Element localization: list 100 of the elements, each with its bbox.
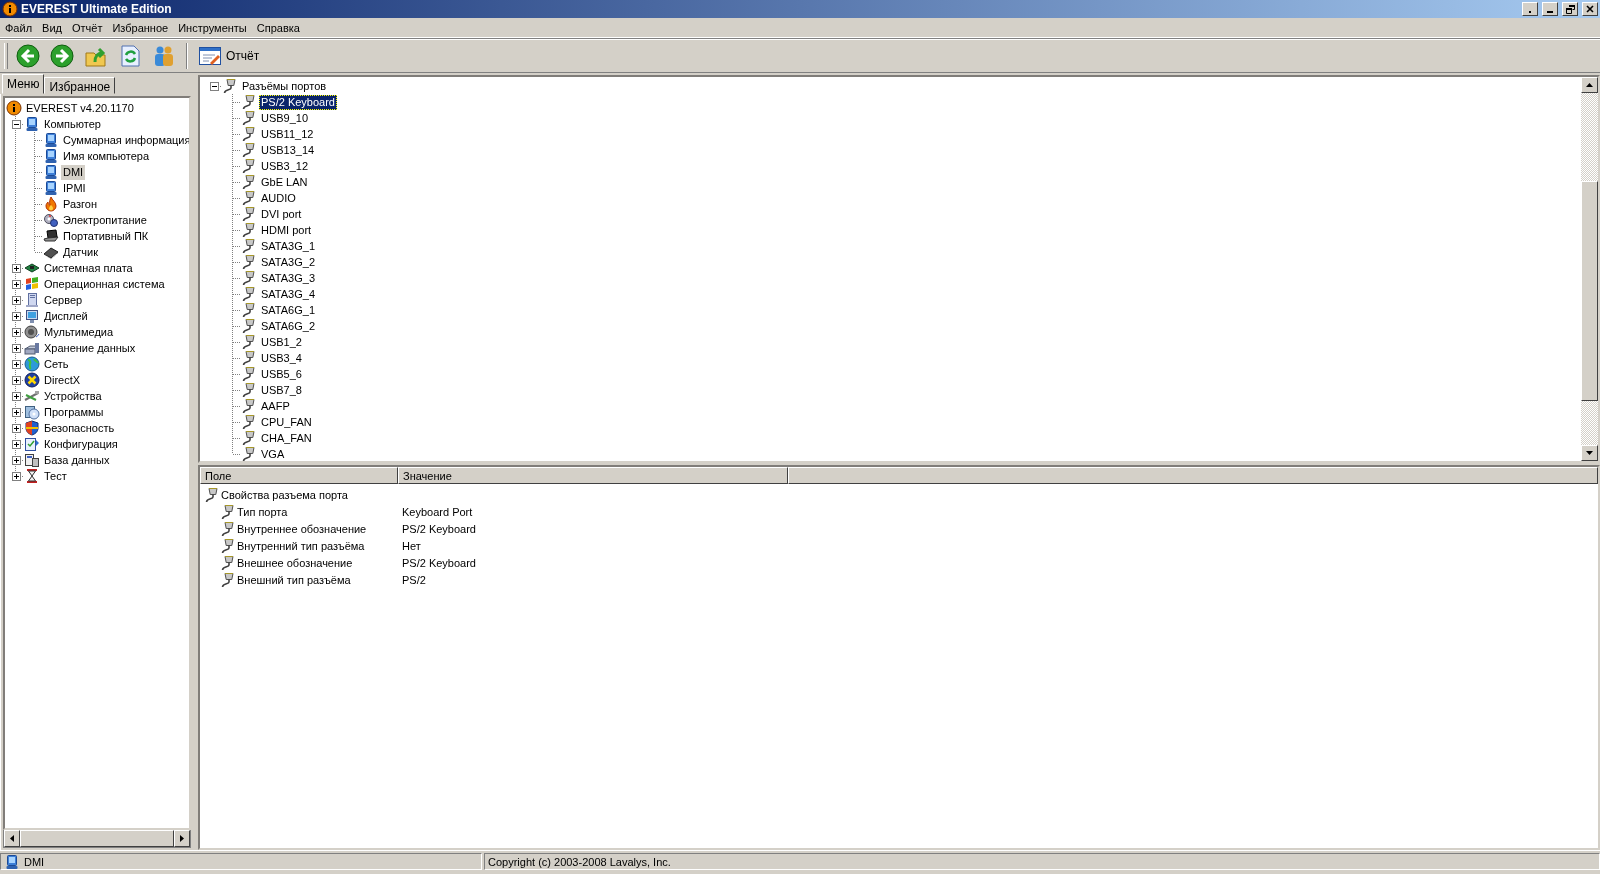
back-button[interactable] xyxy=(14,41,42,70)
tree-item[interactable]: Разъёмы портов xyxy=(240,78,329,94)
tree-item[interactable]: VGA xyxy=(259,446,287,461)
tree-item[interactable]: SATA3G_3 xyxy=(259,270,317,286)
tree-item[interactable]: SATA3G_1 xyxy=(259,238,317,254)
expand-toggle[interactable] xyxy=(11,359,21,369)
column-header[interactable]: Значение xyxy=(398,467,788,484)
tree-item[interactable]: DirectX xyxy=(42,372,83,388)
connector-icon xyxy=(241,174,257,190)
info-icon xyxy=(6,100,22,116)
tree-item[interactable]: Компьютер xyxy=(42,116,103,132)
tree-item[interactable]: Имя компьютера xyxy=(61,148,152,164)
expand-toggle[interactable] xyxy=(11,375,21,385)
tree-item[interactable]: HDMI port xyxy=(259,222,314,238)
report-button[interactable]: Отчёт xyxy=(196,41,262,70)
tree-item[interactable]: AUDIO xyxy=(259,190,298,206)
expand-toggle[interactable] xyxy=(11,391,21,401)
tree-item[interactable]: USB9_10 xyxy=(259,110,311,126)
right-arrow-icon xyxy=(180,835,184,842)
column-header[interactable]: Поле xyxy=(200,467,398,484)
scroll-up-button[interactable] xyxy=(1581,77,1598,93)
tree-item[interactable]: SATA3G_4 xyxy=(259,286,317,302)
tree-item[interactable]: USB11_12 xyxy=(259,126,316,142)
menu-item[interactable]: Вид xyxy=(37,21,67,34)
tree-item[interactable]: Системная плата xyxy=(42,260,135,276)
connector-icon xyxy=(241,158,257,174)
minimize-button[interactable] xyxy=(1542,2,1558,16)
tree-item[interactable]: Безопасность xyxy=(42,420,117,436)
vertical-scrollbar[interactable] xyxy=(1581,77,1598,461)
menu-item[interactable]: Избранное xyxy=(107,21,174,34)
tree-item[interactable]: Электропитание xyxy=(61,212,149,228)
tree-item[interactable]: DMI xyxy=(61,164,86,180)
expand-toggle[interactable] xyxy=(11,311,21,321)
horizontal-scrollbar[interactable] xyxy=(3,830,191,848)
expand-toggle[interactable] xyxy=(209,81,219,91)
scroll-down-button[interactable] xyxy=(1581,445,1598,461)
menu-item[interactable]: Справка xyxy=(251,21,305,34)
tree-item[interactable]: Хранение данных xyxy=(42,340,138,356)
tree-item[interactable]: Датчик xyxy=(61,244,101,260)
tree-item[interactable]: USB7_8 xyxy=(259,382,304,398)
tree-item[interactable]: Операционная система xyxy=(42,276,167,292)
expand-toggle[interactable] xyxy=(11,407,21,417)
tree-item[interactable]: USB3_4 xyxy=(259,350,304,366)
connector-icon xyxy=(220,503,236,520)
tree-item[interactable]: AAFP xyxy=(259,398,292,414)
tree-item[interactable]: DVI port xyxy=(259,206,304,222)
expand-toggle[interactable] xyxy=(11,455,21,465)
tree-item[interactable]: EVEREST v4.20.1170 xyxy=(24,100,136,116)
connector-icon xyxy=(241,430,257,446)
restore-button[interactable] xyxy=(1562,2,1578,16)
expand-toggle[interactable] xyxy=(11,279,21,289)
tree-item[interactable]: Сеть xyxy=(42,356,71,372)
tree-item[interactable]: CHA_FAN xyxy=(259,430,314,446)
tree-item[interactable]: SATA6G_1 xyxy=(259,302,317,318)
tree-item[interactable]: GbE LAN xyxy=(259,174,310,190)
tree-item[interactable]: Конфигурация xyxy=(42,436,120,452)
scroll-thumb[interactable] xyxy=(20,830,174,847)
tree-item[interactable]: Программы xyxy=(42,404,106,420)
scroll-thumb[interactable] xyxy=(1581,181,1598,401)
tree-item[interactable]: SATA6G_2 xyxy=(259,318,317,334)
expand-toggle[interactable] xyxy=(11,343,21,353)
tree-item[interactable]: Дисплей xyxy=(42,308,90,324)
column-header[interactable] xyxy=(788,467,1598,484)
tree-item[interactable]: USB13_14 xyxy=(259,142,317,158)
help-button[interactable] xyxy=(1522,2,1538,16)
tree-item[interactable]: USB3_12 xyxy=(259,158,311,174)
tree-item[interactable]: Тест xyxy=(42,468,69,484)
sidebar-tab[interactable]: Меню xyxy=(2,74,45,94)
sidebar-tab[interactable]: Избранное xyxy=(44,77,116,94)
expand-toggle[interactable] xyxy=(11,119,21,129)
table-cell-text: Keyboard Port xyxy=(401,505,473,518)
tree-item[interactable]: Суммарная информация xyxy=(61,132,189,148)
expand-toggle[interactable] xyxy=(11,439,21,449)
tree-item[interactable]: База данных xyxy=(42,452,112,468)
scroll-left-button[interactable] xyxy=(4,830,20,847)
expand-toggle[interactable] xyxy=(11,327,21,337)
tree-item[interactable]: Разгон xyxy=(61,196,99,212)
expand-toggle[interactable] xyxy=(11,263,21,273)
forward-button[interactable] xyxy=(48,41,76,70)
menu-item[interactable]: Отчёт xyxy=(66,21,108,34)
expand-toggle[interactable] xyxy=(11,423,21,433)
window-title: EVEREST Ultimate Edition xyxy=(21,2,173,16)
expand-toggle[interactable] xyxy=(11,471,21,481)
tree-item[interactable]: CPU_FAN xyxy=(259,414,314,430)
tree-item[interactable]: Сервер xyxy=(42,292,85,308)
expand-toggle[interactable] xyxy=(11,295,21,305)
menu-item[interactable]: Инструменты xyxy=(173,21,252,34)
tree-item[interactable]: SATA3G_2 xyxy=(259,254,317,270)
tree-item[interactable]: Устройства xyxy=(42,388,104,404)
tree-item[interactable]: USB5_6 xyxy=(259,366,304,382)
connector-icon xyxy=(241,238,257,254)
tree-item[interactable]: Мультимедиа xyxy=(42,324,116,340)
tree-item[interactable]: IPMI xyxy=(61,180,88,196)
menu-item[interactable]: Файл xyxy=(0,21,38,34)
tree-item[interactable]: Портативный ПК xyxy=(61,228,151,244)
flame-icon xyxy=(43,196,59,212)
tree-item[interactable]: PS/2 Keyboard xyxy=(259,94,337,110)
scroll-right-button[interactable] xyxy=(174,830,190,847)
close-button[interactable] xyxy=(1582,2,1598,16)
tree-item[interactable]: USB1_2 xyxy=(259,334,304,350)
